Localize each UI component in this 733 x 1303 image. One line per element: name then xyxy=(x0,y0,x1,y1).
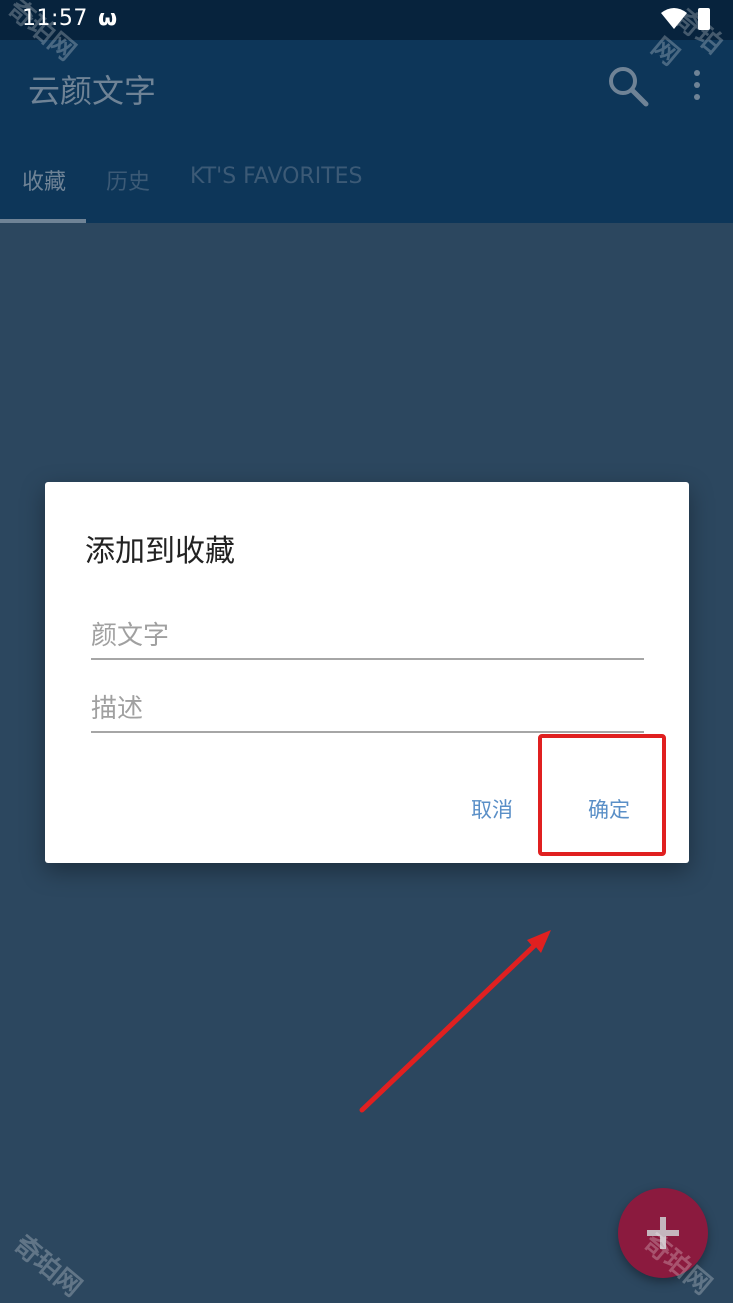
annotation-arrow xyxy=(359,930,551,1113)
